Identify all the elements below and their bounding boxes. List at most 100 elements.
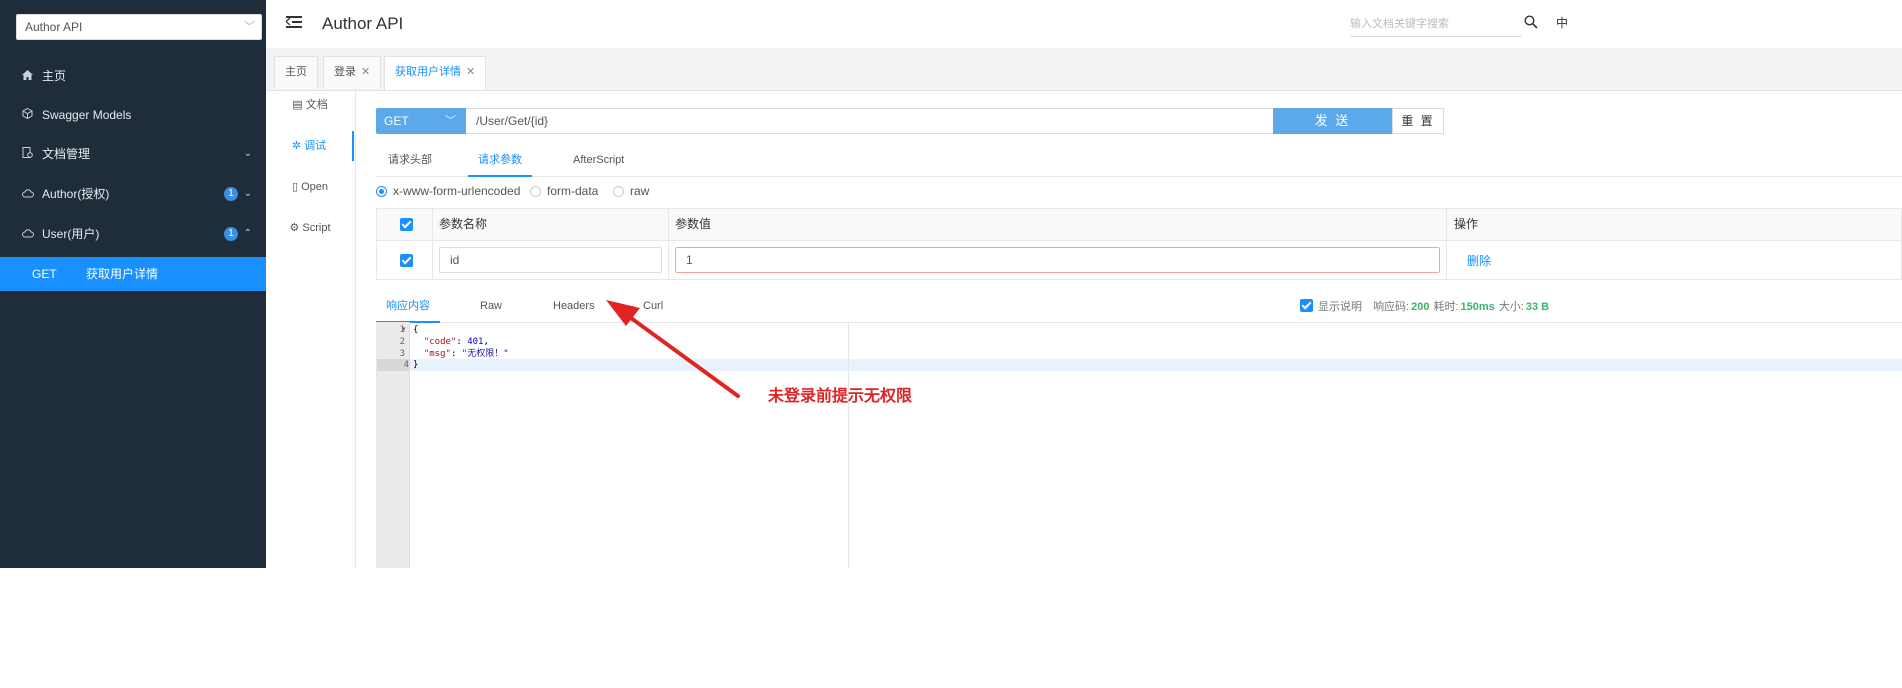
chevron-down-icon: ⌄	[243, 148, 252, 159]
sidebar-item-home[interactable]: 主页	[0, 56, 266, 96]
tab-home[interactable]: 主页	[274, 56, 318, 89]
tab-label: 主页	[285, 66, 307, 78]
sidebar-item-label: Swagger Models	[42, 108, 132, 122]
count-badge: 1	[224, 227, 238, 241]
radio-checked-icon	[376, 186, 387, 197]
show-desc-label: 显示说明	[1318, 301, 1362, 313]
page-title: Author API	[322, 14, 404, 33]
api-select-value: Author API	[25, 20, 83, 34]
sidebar-item-label: Author(授权)	[42, 187, 110, 201]
tab-afterscript[interactable]: AfterScript	[573, 146, 624, 175]
code-line: "code": 401,	[423, 337, 489, 347]
column-header-name: 参数名称	[439, 217, 488, 231]
response-info: 显示说明 响应码: 200 耗时: 150ms 大小: 33 B	[1300, 298, 1553, 314]
tab-label: 登录	[334, 66, 356, 78]
doc-side-menu: ▤ 文档 ✲ 调试 ▯ Open ⚙ Script	[266, 90, 356, 568]
language-switch[interactable]: 中	[1556, 14, 1568, 31]
menu-script[interactable]: ⚙ Script	[266, 213, 354, 243]
sidebar-item-label: 文档管理	[42, 147, 91, 161]
radio-unchecked-icon	[613, 186, 624, 197]
fold-icon[interactable]: ▾	[402, 324, 406, 336]
search-input[interactable]: 输入文档关键字搜索	[1350, 14, 1522, 37]
tab-curl[interactable]: Curl	[643, 292, 663, 321]
reset-button[interactable]: 重 置	[1392, 108, 1444, 134]
http-method-label: GET	[32, 267, 57, 281]
code-line: "msg": "无权限！"	[423, 349, 509, 359]
document-icon: ▤	[292, 99, 303, 111]
column-header-op: 操作	[1454, 217, 1479, 231]
response-tabs: 响应内容 Raw Headers Curl 显示说明 响应码: 200 耗时: 150…	[376, 292, 1902, 323]
api-select[interactable]: Author API ﹀	[16, 14, 262, 40]
code-line: }	[413, 360, 419, 370]
param-name-input[interactable]: id	[439, 247, 662, 273]
radio-unchecked-icon	[530, 186, 541, 197]
send-button[interactable]: 发 送	[1273, 108, 1392, 134]
tab-request-params[interactable]: 请求参数	[468, 146, 532, 177]
param-value-input[interactable]: 1	[675, 247, 1440, 273]
sidebar-item-doc-manage[interactable]: 文档管理 ⌄	[0, 134, 266, 174]
chevron-up-icon: ⌃	[243, 228, 252, 239]
radio-label: form-data	[547, 184, 599, 198]
menu-doc[interactable]: ▤ 文档	[266, 90, 354, 120]
response-size: 33 B	[1525, 301, 1550, 313]
tab-request-headers[interactable]: 请求头部	[388, 146, 432, 175]
active-line-highlight	[410, 359, 1902, 371]
select-all-checkbox[interactable]	[400, 218, 413, 231]
sidebar-subitem-label: 获取用户详情	[86, 267, 159, 281]
print-margin	[848, 322, 849, 568]
search-icon[interactable]	[1524, 15, 1538, 29]
menu-open[interactable]: ▯ Open	[266, 172, 354, 202]
menu-debug[interactable]: ✲ 调试	[266, 131, 354, 161]
sidebar-item-user[interactable]: User(用户) 1 ⌃	[0, 214, 266, 254]
radio-raw[interactable]: raw	[613, 184, 649, 198]
line-number: 4	[377, 359, 409, 371]
radio-label: x-www-form-urlencoded	[393, 184, 521, 198]
sidebar: Author API ﹀ 主页 Swagger Models 文档管理 ⌄ Au…	[0, 0, 266, 568]
file-icon: ▯	[291, 181, 299, 193]
close-icon[interactable]: ✕	[361, 66, 370, 78]
line-number: 2	[399, 337, 405, 347]
delete-param-link[interactable]: 删除	[1467, 252, 1491, 269]
page-tabs: 主页 登录 ✕ 获取用户详情 ✕	[266, 48, 1902, 91]
tab-headers[interactable]: Headers	[553, 292, 595, 321]
radio-form-data[interactable]: form-data	[530, 184, 598, 198]
count-badge: 1	[224, 187, 238, 201]
home-icon	[22, 57, 34, 97]
sidebar-subitem-get-user-detail[interactable]: GET 获取用户详情	[0, 257, 266, 291]
response-time-label: 耗时:	[1433, 301, 1459, 313]
sidebar-item-swagger-models[interactable]: Swagger Models	[0, 95, 266, 135]
radio-urlencoded[interactable]: x-www-form-urlencoded	[376, 184, 520, 198]
tab-login[interactable]: 登录 ✕	[323, 56, 382, 89]
sidebar-item-author[interactable]: Author(授权) 1 ⌄	[0, 174, 266, 214]
close-icon[interactable]: ✕	[466, 66, 475, 78]
response-code: 200	[1411, 301, 1430, 313]
params-table: 参数名称 参数值 操作 id 1 删除	[376, 208, 1902, 280]
cloud-icon	[22, 215, 34, 255]
bug-icon: ✲	[291, 140, 302, 152]
table-header-row	[377, 209, 1901, 241]
line-number: 1	[399, 325, 405, 335]
response-size-label: 大小:	[1498, 301, 1524, 313]
response-code-editor[interactable]: 1 2 3 4 ▾ { "code": 401, "msg": "无权限！" }	[376, 322, 1902, 568]
cloud-icon	[22, 175, 34, 215]
method-select[interactable]: GET ﹀	[376, 108, 466, 134]
sidebar-item-label: User(用户)	[42, 227, 100, 241]
request-tabs: 请求头部 请求参数 AfterScript	[376, 146, 1902, 177]
row-checkbox[interactable]	[400, 254, 413, 267]
code-line: {	[413, 325, 419, 335]
tab-response-content[interactable]: 响应内容	[376, 292, 440, 323]
radio-label: raw	[630, 184, 650, 198]
menu-label: Open	[301, 181, 329, 193]
menu-collapse-icon[interactable]	[286, 14, 302, 30]
tab-get-user-detail[interactable]: 获取用户详情 ✕	[384, 56, 487, 90]
show-desc-checkbox[interactable]	[1300, 299, 1313, 312]
url-input[interactable]: /User/Get/{id}	[466, 108, 1274, 134]
chevron-down-icon: ﹀	[244, 21, 255, 33]
document-manage-icon	[22, 135, 34, 175]
tab-raw[interactable]: Raw	[480, 292, 502, 321]
method-value: GET	[384, 114, 409, 128]
menu-label: Script	[302, 222, 331, 234]
menu-label: 调试	[304, 140, 327, 152]
top-header: Author API 输入文档关键字搜索 中	[266, 0, 1902, 49]
chevron-down-icon: ﹀	[445, 115, 456, 127]
